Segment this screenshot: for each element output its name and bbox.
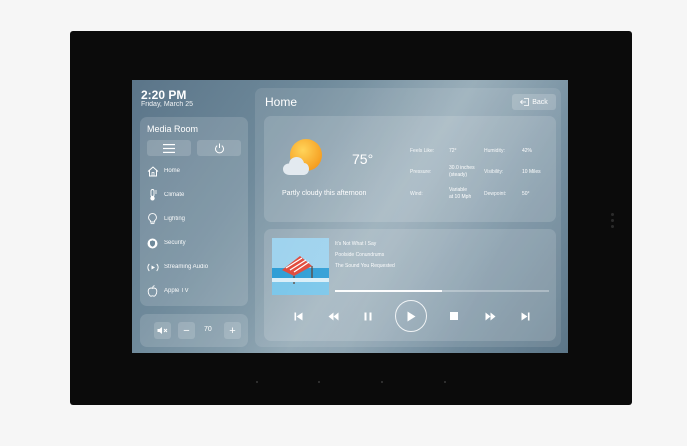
fast-forward-button[interactable] bbox=[482, 308, 498, 324]
play-icon bbox=[407, 311, 416, 321]
humidity-value: 42% bbox=[522, 148, 533, 154]
apple-tv-icon bbox=[146, 285, 159, 298]
volume-panel: − 70 + bbox=[140, 314, 248, 347]
mute-button[interactable] bbox=[154, 322, 171, 339]
progress-bar[interactable] bbox=[335, 290, 549, 292]
wind-value-line1: Variable bbox=[449, 187, 467, 193]
sensor-dot bbox=[611, 225, 614, 228]
clock-date: Friday, March 25 bbox=[141, 101, 193, 108]
album-title: Poolside Conundrums bbox=[335, 252, 385, 258]
forecast-text: Partly cloudy this afternoon bbox=[282, 190, 367, 197]
pressure-value-line1: 30.0 inches bbox=[449, 165, 475, 171]
room-panel: Media Room Home Climate Lighting Securit… bbox=[140, 117, 248, 306]
volume-down-button[interactable]: − bbox=[178, 322, 195, 339]
lightbulb-icon bbox=[146, 213, 159, 226]
skip-back-icon bbox=[294, 312, 302, 320]
fast-forward-icon bbox=[485, 312, 495, 320]
frame-indicator bbox=[444, 381, 446, 383]
play-button[interactable] bbox=[395, 300, 427, 332]
dewpoint-value: 50° bbox=[522, 191, 530, 197]
power-button[interactable] bbox=[197, 140, 241, 156]
pressure-label: Pressure: bbox=[410, 169, 432, 175]
humidity-label: Humidity: bbox=[484, 148, 505, 154]
nav-label: Apple TV bbox=[164, 288, 189, 294]
progress-fill bbox=[335, 290, 442, 292]
nav-label: Lighting bbox=[164, 216, 186, 222]
temperature: 75° bbox=[352, 151, 374, 167]
nav-label: Climate bbox=[164, 192, 185, 198]
rewind-button[interactable] bbox=[325, 308, 341, 324]
weather-panel: 75° Partly cloudy this afternoon Feels L… bbox=[264, 116, 556, 222]
pause-icon bbox=[364, 312, 372, 320]
media-panel: It's Not What I Say Poolside Conundrums … bbox=[264, 229, 556, 341]
pause-button[interactable] bbox=[360, 308, 376, 324]
volume-level: 70 bbox=[204, 326, 212, 333]
dewpoint-label: Dewpoint: bbox=[484, 191, 507, 197]
stop-icon bbox=[450, 312, 458, 320]
power-icon bbox=[214, 143, 224, 153]
skip-back-button[interactable] bbox=[290, 308, 306, 324]
room-name: Media Room bbox=[147, 124, 199, 134]
nav-item-lighting[interactable]: Lighting bbox=[146, 211, 185, 227]
artist-name: The Sound You Requested bbox=[335, 263, 395, 269]
volume-up-button[interactable]: + bbox=[224, 322, 241, 339]
rewind-icon bbox=[328, 312, 338, 320]
nav-item-home[interactable]: Home bbox=[146, 163, 180, 179]
nav-label: Security bbox=[164, 240, 186, 246]
feels-like-label: Feels Like: bbox=[410, 148, 435, 154]
stop-button[interactable] bbox=[446, 308, 462, 324]
frame-indicator bbox=[381, 381, 383, 383]
visibility-label: Visibility: bbox=[484, 169, 504, 175]
back-button[interactable]: Back bbox=[512, 94, 556, 110]
frame-indicator bbox=[318, 381, 320, 383]
mute-icon bbox=[157, 327, 168, 334]
skip-forward-button[interactable] bbox=[517, 308, 533, 324]
menu-icon bbox=[163, 143, 175, 153]
frame-indicator bbox=[256, 381, 258, 383]
skip-forward-icon bbox=[521, 312, 529, 320]
nav-item-apple-tv[interactable]: Apple TV bbox=[146, 283, 189, 299]
nav-label: Home bbox=[164, 168, 181, 174]
wind-value-line2: at 10 Mph bbox=[449, 194, 472, 200]
back-label: Back bbox=[532, 98, 548, 106]
wind-label: Wind: bbox=[410, 191, 423, 197]
nav-item-security[interactable]: Security bbox=[146, 235, 186, 251]
nav-item-climate[interactable]: Climate bbox=[146, 187, 184, 203]
touch-screen: 2:20 PM Friday, March 25 Media Room Home… bbox=[132, 80, 568, 353]
album-art bbox=[272, 238, 329, 295]
nav-item-streaming-audio[interactable]: Streaming Audio bbox=[146, 259, 208, 275]
sensor-dot bbox=[611, 213, 614, 216]
nav-label: Streaming Audio bbox=[164, 264, 209, 270]
track-title: It's Not What I Say bbox=[335, 241, 377, 247]
partly-cloudy-icon bbox=[283, 139, 322, 175]
page-title: Home bbox=[265, 95, 298, 109]
menu-button[interactable] bbox=[147, 140, 191, 156]
clock-time: 2:20 PM bbox=[141, 88, 187, 102]
visibility-value: 10 Miles bbox=[522, 169, 541, 175]
pressure-value-line2: (steady) bbox=[449, 172, 468, 178]
back-icon bbox=[520, 98, 530, 106]
thermometer-icon bbox=[146, 189, 159, 202]
feels-like-value: 72° bbox=[449, 148, 457, 154]
sensor-dot bbox=[611, 219, 614, 222]
shield-icon bbox=[146, 237, 159, 250]
audio-stream-icon bbox=[146, 261, 159, 274]
home-icon bbox=[146, 165, 159, 178]
